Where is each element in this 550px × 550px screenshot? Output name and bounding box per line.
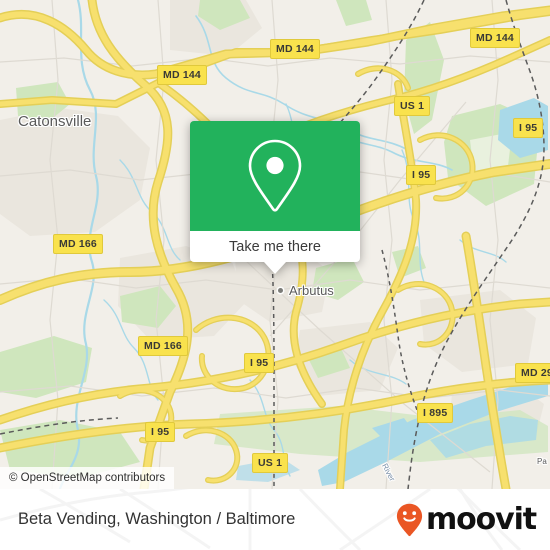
road-shield-i-95-east[interactable]: I 95 — [513, 118, 544, 138]
road-shield-i-95-center[interactable]: I 95 — [406, 165, 437, 185]
popup-pointer-tail — [264, 262, 286, 274]
openstreetmap-attribution[interactable]: © OpenStreetMap contributors — [9, 472, 165, 484]
place-dot-arbutus — [278, 288, 283, 293]
road-shield-i-95-south[interactable]: I 95 — [244, 353, 275, 373]
place-label-catonsville: Catonsville — [18, 113, 92, 130]
map-pin-icon — [248, 139, 302, 212]
moovit-map-screenshot: Catonsville Arbutus Pa River MD 144 MD 1… — [0, 0, 550, 550]
location-popup-card[interactable]: Take me there — [190, 121, 360, 274]
popup-image-panel — [190, 121, 360, 231]
road-shield-md-144-mid[interactable]: MD 144 — [270, 39, 320, 59]
road-shield-us-1-north[interactable]: US 1 — [394, 96, 431, 116]
take-me-there-label: Take me there — [229, 238, 321, 255]
road-shield-md-144-east[interactable]: MD 144 — [470, 28, 520, 48]
moovit-brand[interactable]: moovit — [396, 501, 537, 537]
take-me-there-button[interactable]: Take me there — [190, 231, 360, 262]
moovit-wordmark: moovit — [425, 501, 537, 537]
road-shield-md-295[interactable]: MD 295 — [515, 363, 550, 383]
map-canvas[interactable]: Catonsville Arbutus Pa River MD 144 MD 1… — [0, 0, 550, 489]
map-attribution-bar: © OpenStreetMap contributors — [0, 467, 175, 489]
footer-place-title: Beta Vending, Washington / Baltimore — [18, 510, 296, 528]
road-shield-md-166-west[interactable]: MD 166 — [53, 234, 103, 254]
place-label-arbutus: Arbutus — [289, 283, 334, 298]
moovit-smiley-pin-icon — [396, 503, 423, 536]
footer-bar: Beta Vending, Washington / Baltimore moo… — [0, 489, 550, 550]
road-shield-md-166-south[interactable]: MD 166 — [138, 336, 188, 356]
road-shield-md-144-west[interactable]: MD 144 — [157, 65, 207, 85]
road-shield-i-95-southwest[interactable]: I 95 — [145, 422, 176, 442]
footer-content: Beta Vending, Washington / Baltimore moo… — [0, 489, 550, 550]
road-shield-us-1-south[interactable]: US 1 — [252, 453, 289, 473]
road-shield-i-895[interactable]: I 895 — [417, 403, 454, 423]
place-label-pa: Pa — [537, 457, 547, 466]
